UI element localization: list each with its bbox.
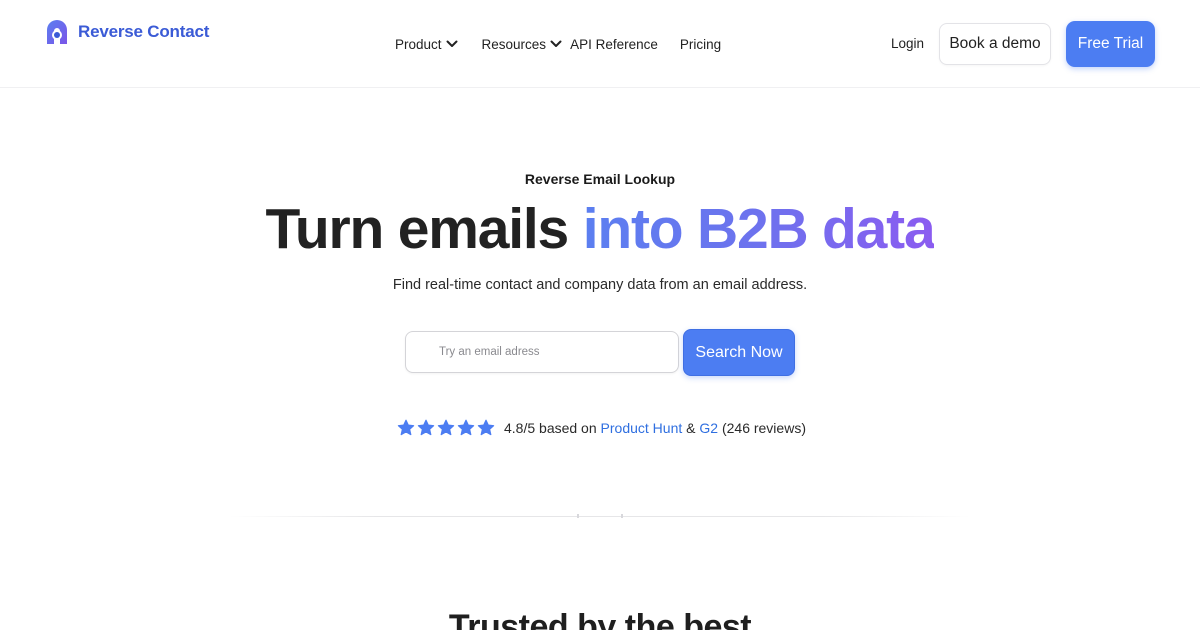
trusted-heading: Trusted by the best (448, 608, 752, 630)
login-link[interactable]: Login (891, 36, 924, 51)
rating-score: 4.8/5 based on (504, 420, 597, 436)
divider-mark (577, 514, 579, 518)
g2-link[interactable]: G2 (699, 420, 718, 436)
nav-resources[interactable]: Resources (482, 37, 563, 52)
page: Reverse Contact Product Resources API Re… (0, 0, 1200, 630)
headline-plain: Turn emails (265, 197, 583, 261)
star-icon (437, 419, 455, 436)
main-nav: Product Resources API Reference Pricing (395, 35, 721, 53)
nav-api-label: API Reference (570, 36, 658, 52)
divider-mark (621, 514, 623, 518)
headline-accent: into B2B data (582, 197, 936, 261)
nav-product-label: Product (395, 36, 442, 52)
free-trial-button[interactable]: Free Trial (1066, 21, 1155, 67)
star-icon (477, 419, 495, 436)
rating-text: 4.8/5 based on Product Hunt & G2 (246 re… (504, 420, 806, 436)
nav-product[interactable]: Product (395, 37, 458, 52)
nav-pricing[interactable]: Pricing (680, 37, 721, 52)
hero-eyebrow: Reverse Email Lookup (524, 171, 676, 187)
section-divider (230, 516, 970, 517)
nav-resources-label: Resources (481, 36, 547, 52)
star-icon (397, 419, 415, 436)
nav-api-reference[interactable]: API Reference (570, 37, 658, 52)
rating-count: (246 reviews) (721, 420, 806, 436)
search-now-button[interactable]: Search Now (683, 329, 795, 376)
brand-logo[interactable]: Reverse Contact (44, 18, 209, 46)
email-search-input[interactable] (405, 331, 679, 373)
hero-headline: Turn emails into B2B data (0, 196, 1200, 262)
product-hunt-link[interactable]: Product Hunt (601, 420, 683, 436)
site-header: Reverse Contact Product Resources API Re… (0, 0, 1200, 88)
rating-stars (397, 419, 495, 437)
chevron-down-icon (446, 40, 458, 47)
star-icon (417, 419, 435, 436)
rating-amp: & (686, 420, 696, 436)
brand-name: Reverse Contact (78, 22, 210, 41)
star-icon (457, 419, 475, 436)
rating-row: 4.8/5 based on Product Hunt & G2 (246 re… (397, 419, 806, 437)
book-demo-button[interactable]: Book a demo (939, 23, 1051, 65)
reverse-contact-logo-icon (47, 20, 67, 44)
chevron-down-icon (550, 40, 562, 47)
hero-subline: Find real-time contact and company data … (392, 277, 808, 293)
nav-pricing-label: Pricing (679, 36, 722, 52)
